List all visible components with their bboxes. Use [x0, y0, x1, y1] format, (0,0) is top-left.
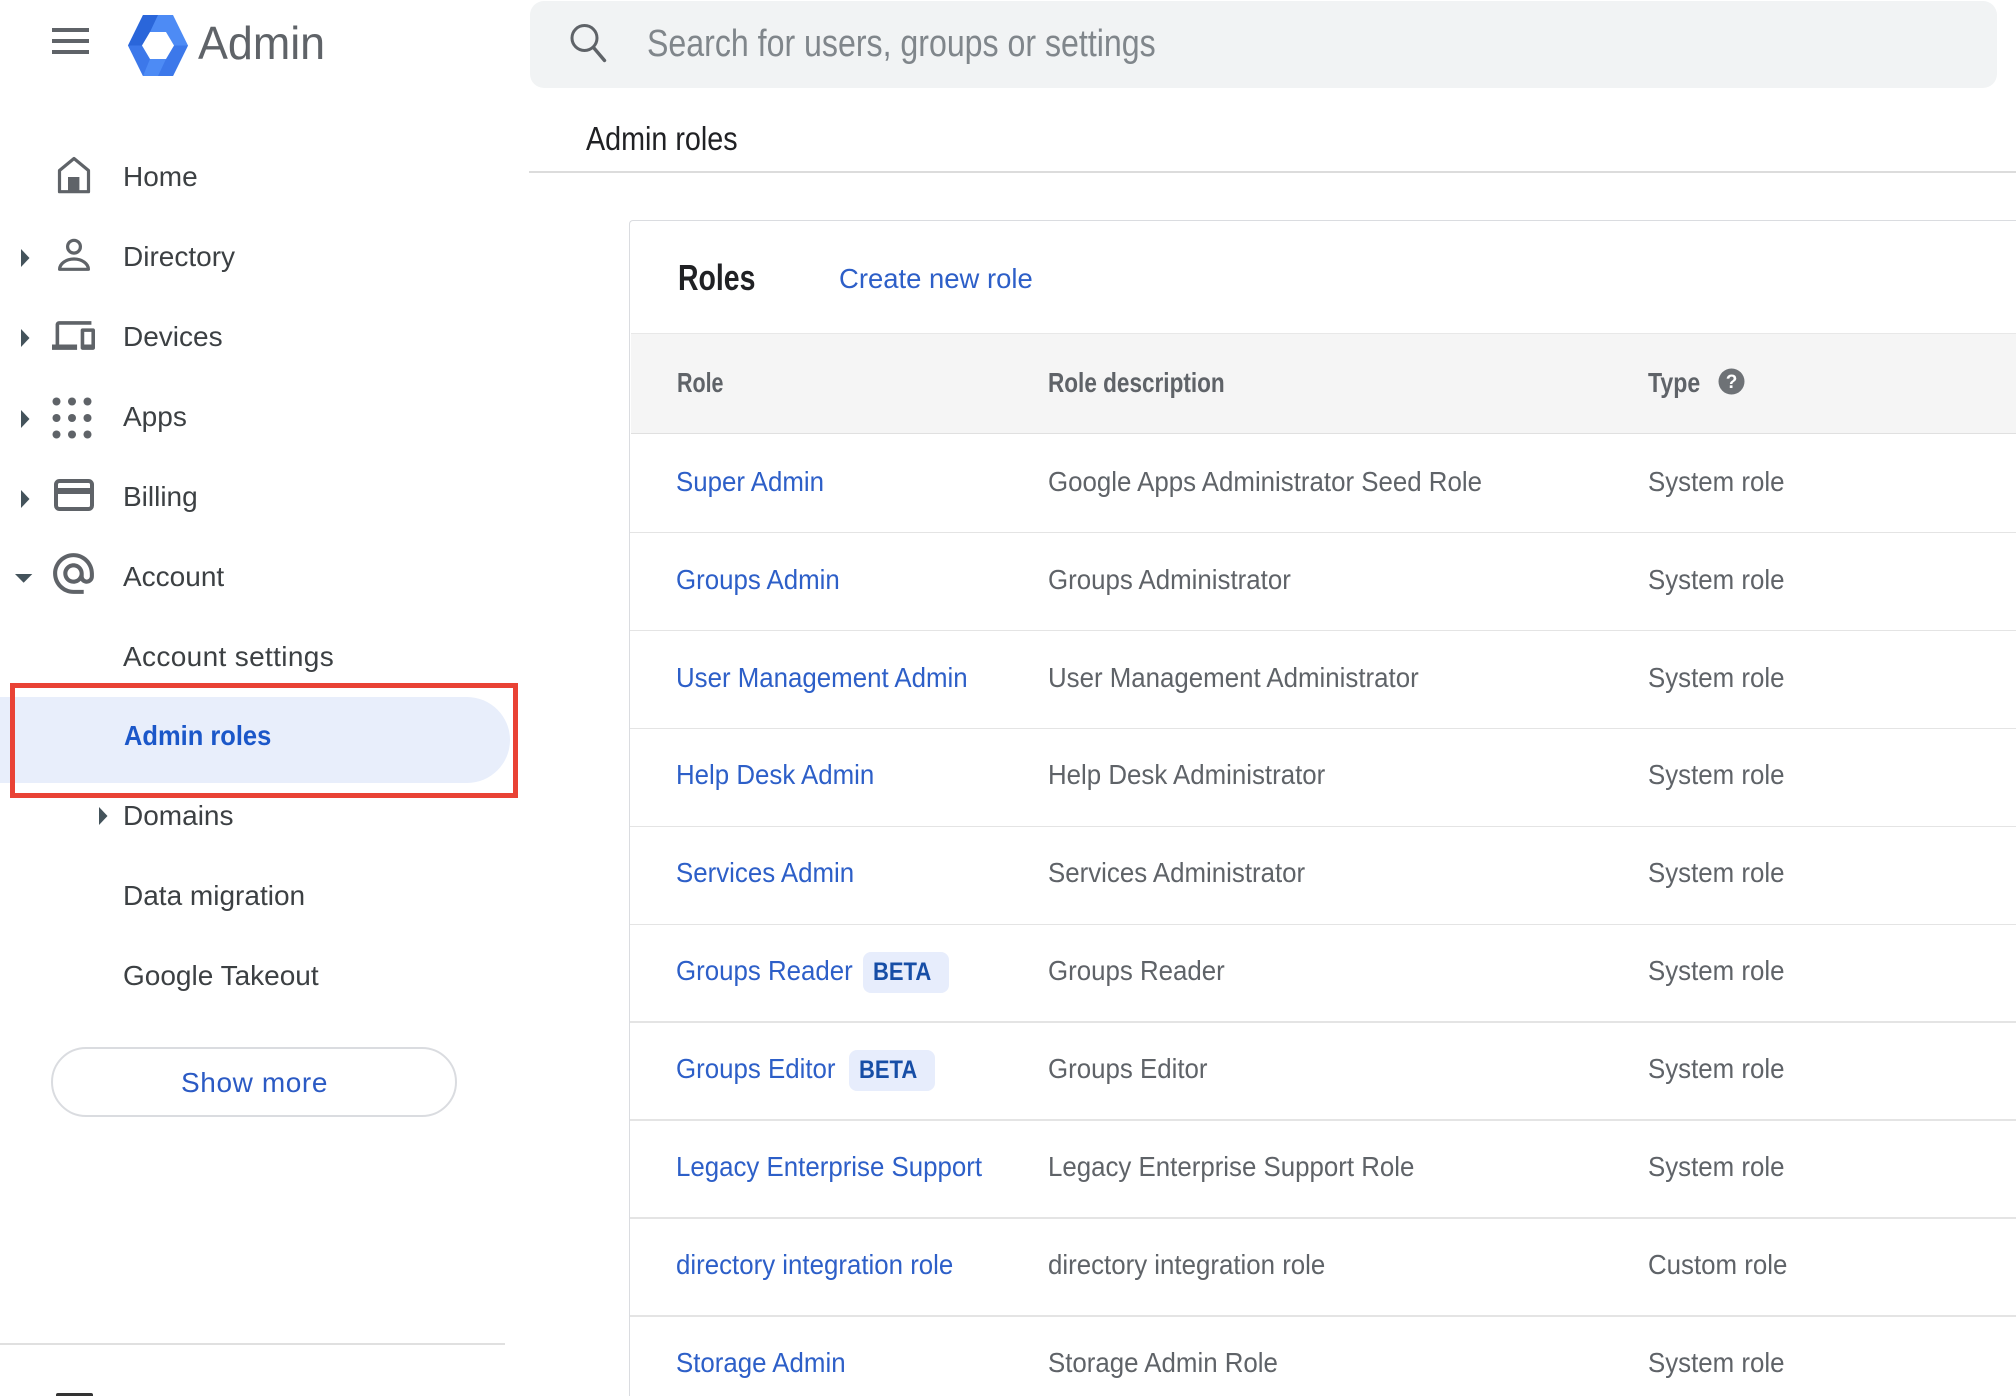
svg-text:?: ?: [1726, 372, 1738, 393]
